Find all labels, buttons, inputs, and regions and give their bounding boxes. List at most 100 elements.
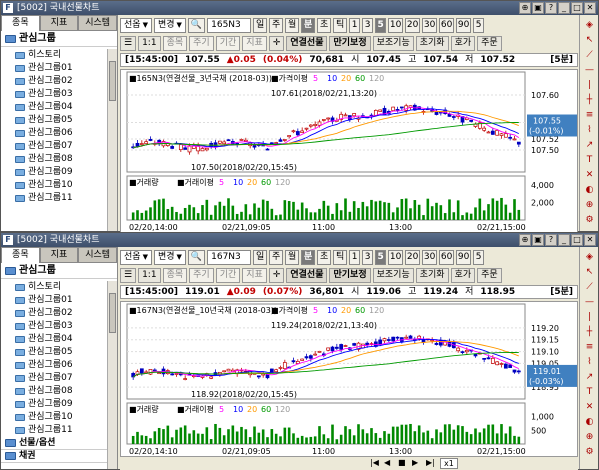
cross-line-icon[interactable]: ┼ [582,94,597,106]
interval-button[interactable]: 5 [375,249,387,265]
delete-icon[interactable]: ✕ [582,401,597,413]
tree-item[interactable]: 관심그룹06 [1,359,107,372]
period-button[interactable]: 주 [269,249,284,265]
crosshair-icon[interactable]: ✛ [268,267,285,283]
quote-button[interactable]: 호가 [450,35,476,51]
tree-scrollbar[interactable] [107,281,117,469]
fibonacci-icon[interactable]: ⌇ [582,356,597,368]
fibonacci-icon[interactable]: ⌇ [582,124,597,136]
zoom-select[interactable]: x1 [440,458,458,469]
horizontal-line-icon[interactable]: — [582,296,597,308]
period-button[interactable]: 일 [253,249,268,265]
zoom-icon[interactable]: ⊕ [582,431,597,443]
chart-svg[interactable]: ■165N3(연결선물_3년국채 (2018-03)) ■가격이평 5 10 20 60 1… [121,70,578,232]
interval-button[interactable]: 3 [362,249,374,265]
vertical-line-icon[interactable]: | [582,79,597,91]
tool-icon[interactable]: ◈ [582,19,597,31]
last-page-icon[interactable]: ▶| [426,458,435,467]
close-icon[interactable]: ✕ [584,2,596,14]
palette-icon[interactable]: ◐ [582,184,597,196]
quote-button[interactable]: 호가 [450,267,476,283]
text-icon[interactable]: T [582,386,597,398]
channel-icon[interactable]: ≡ [582,109,597,121]
interval-button[interactable]: 3 [362,17,374,33]
tree-scrollbar[interactable] [107,49,117,231]
list-icon[interactable]: ☰ [120,267,137,283]
tree-item[interactable]: 관심그룹11 [1,424,107,437]
maximize-icon[interactable]: □ [571,234,583,246]
aux-function-button[interactable]: 보조기능 [372,35,414,51]
title-bar[interactable]: F [5002] 국내선물차트 ⊕ ▣ ? _ □ ✕ [1,1,598,15]
maximize-icon[interactable]: □ [571,2,583,14]
interval-button[interactable]: 1 [349,249,361,265]
interval-button[interactable]: 5 [375,17,387,33]
cursor-icon[interactable]: ↖ [582,266,597,278]
tree-item[interactable]: 관심그룹08 [1,153,107,166]
change-select[interactable]: 변경 ▼ [153,17,186,33]
trend-line-icon[interactable]: ⟋ [582,281,597,293]
tree-item[interactable]: 관심그룹06 [1,127,107,140]
interval-button[interactable]: 5 [473,249,485,265]
first-page-icon[interactable]: |◀ [370,458,379,467]
interval-button[interactable]: 20 [405,17,421,33]
list-icon[interactable]: ☰ [120,35,137,51]
tab-item[interactable]: 종목 [1,247,40,263]
add-range-button[interactable]: 기간 [215,267,241,283]
prev-icon[interactable]: ◀ [384,458,390,467]
aux-function-button[interactable]: 보조기능 [372,267,414,283]
reset-button[interactable]: 초기화 [415,35,449,51]
tree-item[interactable]: 관심그룹03 [1,88,107,101]
tree-item[interactable]: 관심그룹10 [1,411,107,424]
tree-item[interactable]: 관심그룹02 [1,75,107,88]
one-to-one-icon[interactable]: 1:1 [138,267,161,283]
link-icon[interactable]: ⊕ [519,2,531,14]
tree-item[interactable]: 관심그룹07 [1,372,107,385]
link-futures-button[interactable]: 연결선물 [286,35,328,51]
crosshair-icon[interactable]: ✛ [268,35,285,51]
capture-icon[interactable]: ▣ [532,234,544,246]
tab-indicator[interactable]: 지표 [39,15,79,31]
add-indicator-button[interactable]: 지표 [242,267,267,283]
expiry-adjust-button[interactable]: 만기보정 [329,35,371,51]
order-button[interactable]: 주문 [477,267,502,283]
expiry-adjust-button[interactable]: 만기보정 [329,267,371,283]
tab-item[interactable]: 종목 [1,15,40,31]
stop-icon[interactable]: ■ [398,458,406,467]
interval-button[interactable]: 10 [388,249,404,265]
zoom-icon[interactable]: ⊕ [582,199,597,211]
interval-button[interactable]: 30 [422,17,438,33]
minimize-icon[interactable]: _ [558,234,570,246]
market-select[interactable]: 선옵 ▼ [120,17,152,33]
palette-icon[interactable]: ◐ [582,416,597,428]
period-button[interactable]: 일 [253,17,268,33]
arrow-icon[interactable]: ↗ [582,371,597,383]
tab-indicator[interactable]: 지표 [39,247,79,263]
tree-item[interactable]: 관심그룹04 [1,333,107,346]
tree-item[interactable]: 히스토리 [1,49,107,62]
tree-group[interactable]: 선물/옵션 [1,437,107,450]
capture-icon[interactable]: ▣ [532,2,544,14]
vertical-line-icon[interactable]: | [582,311,597,323]
settings-icon[interactable]: ⚙ [582,446,597,458]
trend-line-icon[interactable]: ⟋ [582,49,597,61]
interval-button[interactable]: 90 [456,17,472,33]
minimize-icon[interactable]: _ [558,2,570,14]
tree-item[interactable]: 관심그룹10 [1,179,107,192]
tree-item[interactable]: 관심그룹04 [1,101,107,114]
interval-button[interactable]: 60 [439,249,455,265]
tree-item[interactable]: 관심그룹01 [1,294,107,307]
market-select[interactable]: 선옵 ▼ [120,249,152,265]
tool-icon[interactable]: ◈ [582,251,597,263]
tree-item[interactable]: 관심그룹02 [1,307,107,320]
link-icon[interactable]: ⊕ [519,234,531,246]
interval-button[interactable]: 1 [349,17,361,33]
change-select[interactable]: 변경 ▼ [153,249,186,265]
add-indicator-button[interactable]: 지표 [242,35,267,51]
code-input[interactable]: 165N3 [207,17,252,33]
channel-icon[interactable]: ≡ [582,341,597,353]
help-icon[interactable]: ? [545,2,557,14]
reset-button[interactable]: 초기화 [415,267,449,283]
add-range-button[interactable]: 기간 [215,35,241,51]
code-input[interactable]: 167N3 [207,249,252,265]
interval-button[interactable]: 20 [405,249,421,265]
